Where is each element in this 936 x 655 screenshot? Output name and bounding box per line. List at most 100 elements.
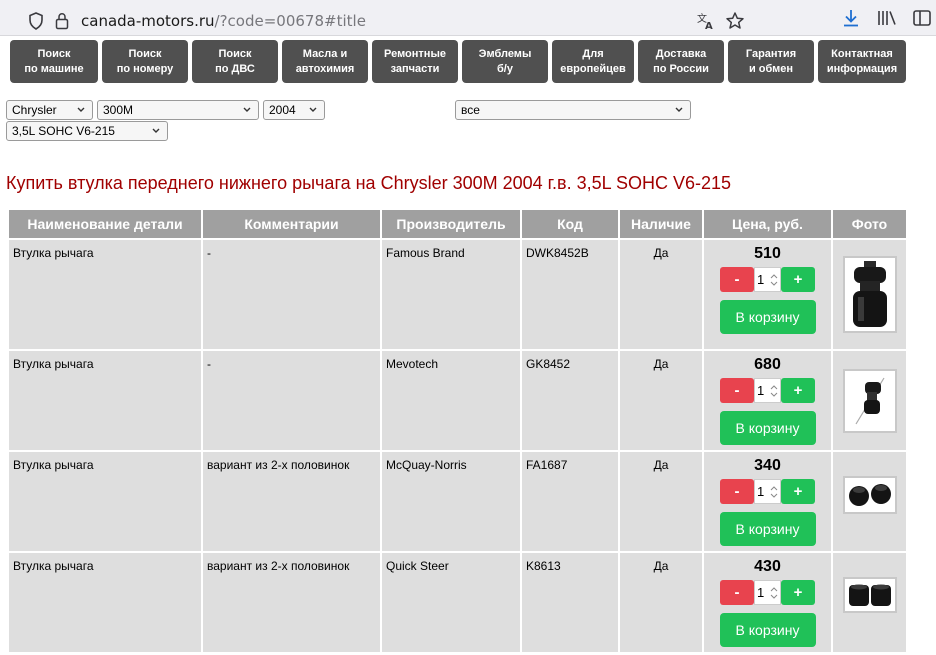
parts-table: Наименование детали Комментарии Производ… — [7, 208, 908, 654]
qty-minus-button[interactable]: - — [720, 267, 754, 292]
nav-search-by-engine[interactable]: Поиск по ДВС — [192, 40, 278, 83]
nav-contact-info[interactable]: Контактная информация — [818, 40, 906, 83]
sidebar-icon[interactable] — [912, 9, 932, 27]
add-to-cart-button[interactable]: В корзину — [719, 300, 816, 334]
qty-input[interactable]: 1 — [754, 479, 781, 504]
bushing-photo-icon — [848, 484, 891, 506]
nav-label: Поиск — [218, 47, 252, 60]
qty-input[interactable]: 1 — [754, 580, 781, 605]
qty-input[interactable]: 1 — [754, 378, 781, 403]
translate-icon[interactable]: 文 A — [696, 11, 716, 31]
qty-value: 1 — [757, 585, 765, 600]
chevron-down-icon — [243, 107, 251, 112]
qty-plus-button[interactable]: + — [781, 267, 815, 292]
table-row: Втулка рычага вариант из 2-х половинок Q… — [9, 553, 906, 652]
part-name: Втулка рычага — [9, 553, 201, 652]
quantity-stepper: - 1 + — [708, 378, 827, 403]
part-photo[interactable] — [842, 476, 897, 514]
part-comment: - — [203, 240, 380, 349]
spinner-arrows-icon — [770, 587, 778, 599]
nav-search-by-car[interactable]: Поиск по машине — [10, 40, 98, 83]
category-select-value: все — [461, 103, 480, 117]
add-to-cart-button[interactable]: В корзину — [719, 512, 816, 546]
nav-emblems-used[interactable]: Эмблемы б/у — [462, 40, 548, 83]
part-photo[interactable] — [842, 577, 897, 613]
photo-cell — [833, 240, 906, 349]
part-code: GK8452 — [522, 351, 618, 450]
table-row: Втулка рычага вариант из 2-х половинок M… — [9, 452, 906, 551]
nav-label: Масла и — [302, 47, 348, 60]
shield-icon[interactable] — [28, 12, 44, 30]
part-availability: Да — [620, 240, 702, 349]
add-to-cart-button[interactable]: В корзину — [719, 613, 816, 647]
page-title: Купить втулка переднего нижнего рычага н… — [6, 173, 732, 193]
chevron-down-icon — [152, 128, 160, 133]
nav-oils-chemicals[interactable]: Масла и автохимия — [282, 40, 368, 83]
chevron-down-icon — [309, 107, 317, 112]
bushing-photo-icon — [852, 260, 887, 327]
col-header-name: Наименование детали — [9, 210, 201, 238]
part-code: DWK8452B — [522, 240, 618, 349]
qty-plus-button[interactable]: + — [781, 479, 815, 504]
qty-minus-button[interactable]: - — [720, 378, 754, 403]
browser-toolbar: canada-motors.ru/?code=00678#title 文 A — [0, 0, 936, 36]
add-to-cart-button[interactable]: В корзину — [719, 411, 816, 445]
engine-select[interactable]: 3,5L SOHC V6-215 — [6, 121, 168, 141]
url-path: /?code=00678#title — [214, 12, 366, 30]
bushing-photo-icon — [854, 377, 885, 424]
qty-plus-button[interactable]: + — [781, 580, 815, 605]
col-header-price: Цена, руб. — [704, 210, 831, 238]
part-photo[interactable] — [842, 256, 897, 333]
qty-minus-button[interactable]: - — [720, 479, 754, 504]
part-maker: Famous Brand — [382, 240, 520, 349]
price-cell: 510 - 1 + В корзину — [704, 240, 831, 349]
quantity-stepper: - 1 + — [708, 479, 827, 504]
spinner-arrows-icon — [770, 486, 778, 498]
lock-icon[interactable] — [55, 12, 69, 30]
nav-delivery-russia[interactable]: Доставка по России — [638, 40, 724, 83]
quantity-stepper: - 1 + — [708, 580, 827, 605]
year-select[interactable]: 2004 — [263, 100, 325, 120]
make-select[interactable]: Chrysler — [6, 100, 93, 120]
part-code: K8613 — [522, 553, 618, 652]
table-row: Втулка рычага - Mevotech GK8452 Да 680 -… — [9, 351, 906, 450]
qty-minus-button[interactable]: - — [720, 580, 754, 605]
address-bar[interactable]: canada-motors.ru/?code=00678#title 文 A — [8, 3, 745, 33]
qty-value: 1 — [757, 383, 765, 398]
nav-label: по номеру — [116, 62, 174, 75]
part-maker: Quick Steer — [382, 553, 520, 652]
col-header-comments: Комментарии — [203, 210, 380, 238]
part-photo[interactable] — [842, 368, 897, 433]
part-availability: Да — [620, 452, 702, 551]
category-select[interactable]: все — [455, 100, 691, 120]
qty-input[interactable]: 1 — [754, 267, 781, 292]
price-cell: 340 - 1 + В корзину — [704, 452, 831, 551]
table-row: Втулка рычага - Famous Brand DWK8452B Да… — [9, 240, 906, 349]
chevron-down-icon — [675, 107, 683, 112]
price: 340 — [754, 457, 781, 474]
part-comment: вариант из 2-х половинок — [203, 452, 380, 551]
library-icon[interactable] — [877, 9, 897, 27]
price-cell: 680 - 1 + В корзину — [704, 351, 831, 450]
nav-label: по ДВС — [215, 62, 255, 75]
model-select[interactable]: 300M — [97, 100, 259, 120]
part-availability: Да — [620, 351, 702, 450]
nav-label: Для — [582, 47, 604, 60]
nav-search-by-number[interactable]: Поиск по номеру — [102, 40, 188, 83]
col-header-photo: Фото — [833, 210, 906, 238]
photo-cell — [833, 452, 906, 551]
nav-label: Эмблемы — [478, 47, 532, 60]
model-select-value: 300M — [103, 103, 134, 117]
nav-warranty-exchange[interactable]: Гарантия и обмен — [728, 40, 814, 83]
nav-repair-parts[interactable]: Ремонтные запчасти — [372, 40, 458, 83]
download-icon[interactable] — [842, 8, 860, 28]
bushing-photo-icon — [848, 584, 891, 606]
bookmark-star-icon[interactable] — [725, 11, 745, 31]
qty-plus-button[interactable]: + — [781, 378, 815, 403]
part-maker: McQuay-Norris — [382, 452, 520, 551]
col-header-maker: Производитель — [382, 210, 520, 238]
qty-value: 1 — [757, 484, 765, 499]
url-text[interactable]: canada-motors.ru/?code=00678#title — [81, 12, 366, 30]
part-comment: вариант из 2-х половинок — [203, 553, 380, 652]
nav-for-europeans[interactable]: Для европейцев — [552, 40, 634, 83]
